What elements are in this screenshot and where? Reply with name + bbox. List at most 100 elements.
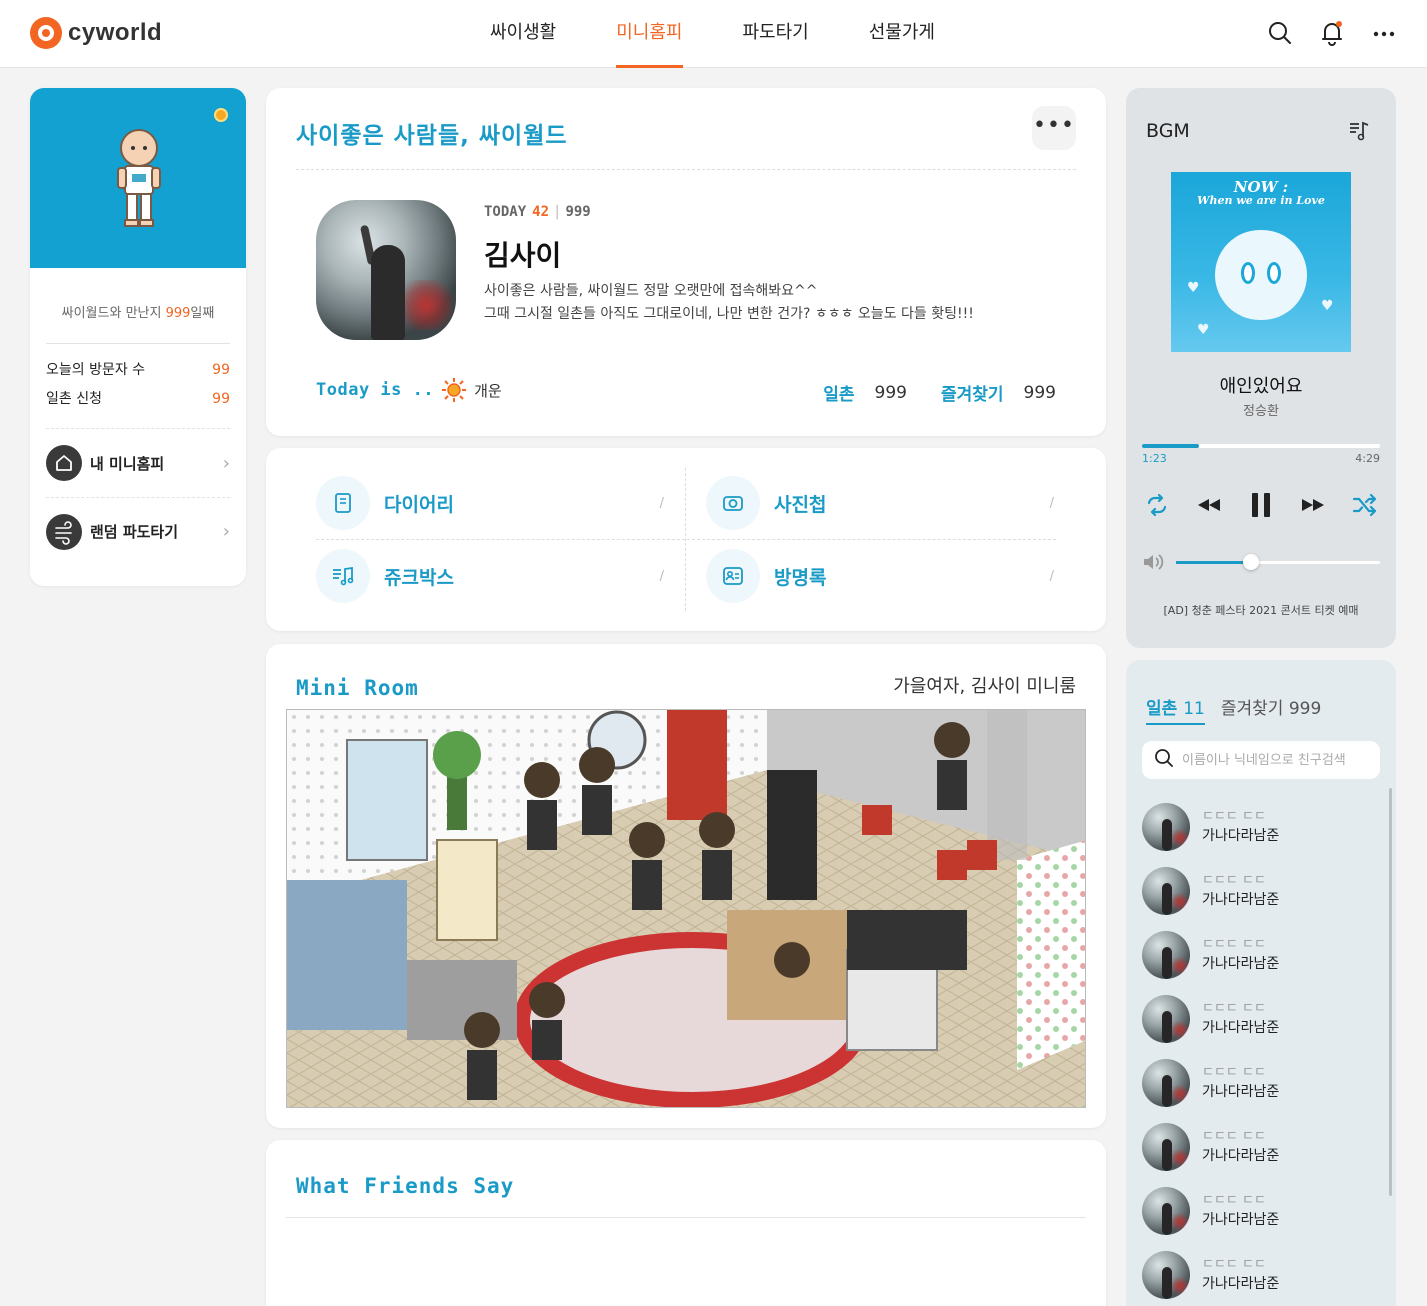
ilchon-label[interactable]: 일촌	[823, 380, 854, 405]
friends-say-title: What Friends Say	[296, 1174, 515, 1198]
nav-surfing[interactable]: 파도타기	[713, 0, 839, 68]
avatar	[1142, 1251, 1190, 1299]
sun-icon	[442, 378, 467, 402]
volume-control	[1142, 552, 1380, 572]
time-current: 1:23	[1142, 452, 1167, 465]
favorites-count: 999	[1023, 382, 1056, 403]
stat-visitors: 오늘의 방문자 수 99	[46, 362, 230, 378]
header-actions	[1267, 20, 1397, 46]
status-dot-icon	[214, 108, 228, 122]
days-count: 999	[165, 306, 191, 321]
repeat-icon[interactable]	[1144, 492, 1170, 522]
chevron-right-icon: ›	[222, 521, 230, 542]
more-icon[interactable]	[1371, 20, 1397, 46]
divider	[286, 1217, 1086, 1218]
fast-forward-icon[interactable]	[1300, 492, 1326, 522]
total-count: 999	[565, 204, 591, 220]
rewind-icon[interactable]	[1196, 492, 1222, 522]
tab-favorites[interactable]: 즐겨찾기 999	[1221, 694, 1321, 725]
quick-links: 내 미니홈피 › 랜덤 파도타기 ›	[46, 428, 230, 565]
bell-icon[interactable]	[1319, 20, 1345, 46]
playlist-icon[interactable]	[1348, 120, 1370, 146]
song-title: 애인있어요	[1219, 376, 1303, 397]
cyworld-logo[interactable]: cyworld	[30, 17, 162, 49]
volume-slider[interactable]	[1176, 561, 1380, 564]
list-item[interactable]: ㄷㄷㄷ ㄷㄷ 가나다라남준	[1142, 1115, 1372, 1179]
list-item[interactable]: ㄷㄷㄷ ㄷㄷ 가나다라남준	[1142, 795, 1372, 859]
volume-fill	[1176, 561, 1252, 564]
mood-value: 개운	[474, 381, 502, 400]
friend-tabs: 일촌 11 즐겨찾기 999	[1146, 694, 1321, 725]
shuffle-icon[interactable]	[1352, 492, 1378, 522]
volume-icon[interactable]	[1142, 552, 1166, 576]
avatar	[1142, 1123, 1190, 1171]
profile-counts: 일촌 999 즐겨찾기 999	[823, 380, 1056, 406]
tab-ilchon[interactable]: 일촌 11	[1146, 694, 1205, 725]
more-options-button[interactable]: •••	[1032, 106, 1076, 150]
menu-photo-album[interactable]: 사진첩 /	[706, 468, 1076, 538]
miniroom-image[interactable]	[286, 709, 1086, 1108]
ilchon-count: 999	[874, 382, 907, 403]
list-item[interactable]: ㄷㄷㄷ ㄷㄷ 가나다라남준	[1142, 923, 1372, 987]
friend-list: ㄷㄷㄷ ㄷㄷ 가나다라남준 ㄷㄷㄷ ㄷㄷ 가나다라남준 ㄷㄷㄷ ㄷㄷ 가나다라남준 ㄷ…	[1142, 795, 1372, 1306]
search-icon	[1154, 748, 1174, 772]
list-item[interactable]: ㄷㄷㄷ ㄷㄷ 가나다라남준	[1142, 987, 1372, 1051]
search-icon[interactable]	[1267, 20, 1293, 46]
profile-name: 김사이	[484, 239, 562, 272]
song-artist: 정승환	[1243, 404, 1279, 419]
visitor-stats: 오늘의 방문자 수 99 일촌 신청 99	[30, 344, 246, 428]
list-item[interactable]: ㄷㄷㄷ ㄷㄷ 가나다라남준	[1142, 1051, 1372, 1115]
divider	[296, 169, 1076, 170]
hompy-menu-card: 다이어리 / 사진첩 / 쥬크박스 / 방명록 /	[266, 448, 1106, 631]
friends-say-card: What Friends Say	[266, 1140, 1106, 1306]
stat-ilchon-requests[interactable]: 일촌 신청 99	[46, 385, 230, 414]
ad-banner[interactable]: [AD] 청춘 페스타 2021 콘서트 티켓 예매	[1126, 602, 1396, 618]
friend-search-input[interactable]	[1182, 752, 1372, 768]
bgm-player: BGM NOW : When we are in Love ♥ ♥ ♥ 애인있어…	[1126, 88, 1396, 648]
avatar	[1142, 995, 1190, 1043]
left-profile-card: 싸이월드와 만난지 999일째 오늘의 방문자 수 99 일촌 신청 99 내 미니…	[30, 88, 246, 586]
time-total: 4:29	[1355, 452, 1380, 465]
hompy-title: 사이좋은 사람들, 싸이월드	[296, 123, 568, 149]
logo-text: cyworld	[68, 19, 163, 46]
mini-avatar-icon	[117, 129, 161, 227]
menu-jukebox[interactable]: 쥬크박스 /	[316, 541, 686, 611]
avatar	[1142, 931, 1190, 979]
nav-gift-shop[interactable]: 선물가게	[839, 0, 965, 68]
chevron-right-icon: ›	[222, 452, 230, 474]
nav-minihompy[interactable]: 미니홈피	[586, 0, 712, 68]
pause-icon[interactable]	[1248, 490, 1274, 524]
main-nav: 싸이생활 미니홈피 파도타기 선물가게	[460, 0, 965, 68]
favorites-label[interactable]: 즐겨찾기	[941, 380, 1004, 405]
profile-description: 사이좋은 사람들, 싸이월드 정말 오랫만에 접속해봐요^^ 그때 그시절 일촌…	[484, 283, 974, 322]
miniroom-title: Mini Room	[296, 676, 419, 700]
avatar-area	[30, 88, 246, 268]
progress-bar[interactable]	[1142, 444, 1380, 448]
avatar	[1142, 867, 1190, 915]
diary-icon	[316, 476, 370, 530]
album-cover: NOW : When we are in Love ♥ ♥ ♥	[1171, 172, 1351, 352]
list-item[interactable]: ㄷㄷㄷ ㄷㄷ 가나다라남준	[1142, 859, 1372, 923]
nav-ssaii-life[interactable]: 싸이생활	[460, 0, 586, 68]
profile-photo[interactable]	[316, 200, 456, 340]
today-mood: Today is .. 개운	[316, 378, 502, 402]
list-item[interactable]: ㄷㄷㄷ ㄷㄷ 가나다라남준	[1142, 1243, 1372, 1306]
home-icon	[46, 445, 82, 481]
avatar	[1142, 1187, 1190, 1235]
today-count: 42	[532, 204, 550, 220]
avatar	[1142, 803, 1190, 851]
bgm-title: BGM	[1146, 120, 1190, 142]
profile-card: 사이좋은 사람들, 싸이월드 ••• TODAY 42 | 999 김사이 사이좋은 …	[266, 88, 1106, 436]
menu-guestbook[interactable]: 방명록 /	[706, 541, 1076, 611]
list-item[interactable]: ㄷㄷㄷ ㄷㄷ 가나다라남준	[1142, 1179, 1372, 1243]
top-header: cyworld 싸이생활 미니홈피 파도타기 선물가게	[0, 0, 1427, 68]
miniroom-scene	[287, 710, 1085, 1107]
my-minihompy-link[interactable]: 내 미니홈피 ›	[46, 429, 230, 497]
miniroom-card: Mini Room 가을여자, 김사이 미니룸	[266, 644, 1106, 1128]
random-surfing-link[interactable]: 랜덤 파도타기 ›	[46, 497, 230, 565]
scrollbar[interactable]	[1389, 788, 1392, 1196]
menu-diary[interactable]: 다이어리 /	[316, 468, 686, 538]
friend-list-panel: 일촌 11 즐겨찾기 999 ㄷㄷㄷ ㄷㄷ가나다라남준 ㄷㄷㄷ ㄷㄷ가나다라남준…	[1126, 660, 1396, 1306]
guestbook-icon	[706, 549, 760, 603]
volume-knob[interactable]	[1243, 554, 1260, 570]
